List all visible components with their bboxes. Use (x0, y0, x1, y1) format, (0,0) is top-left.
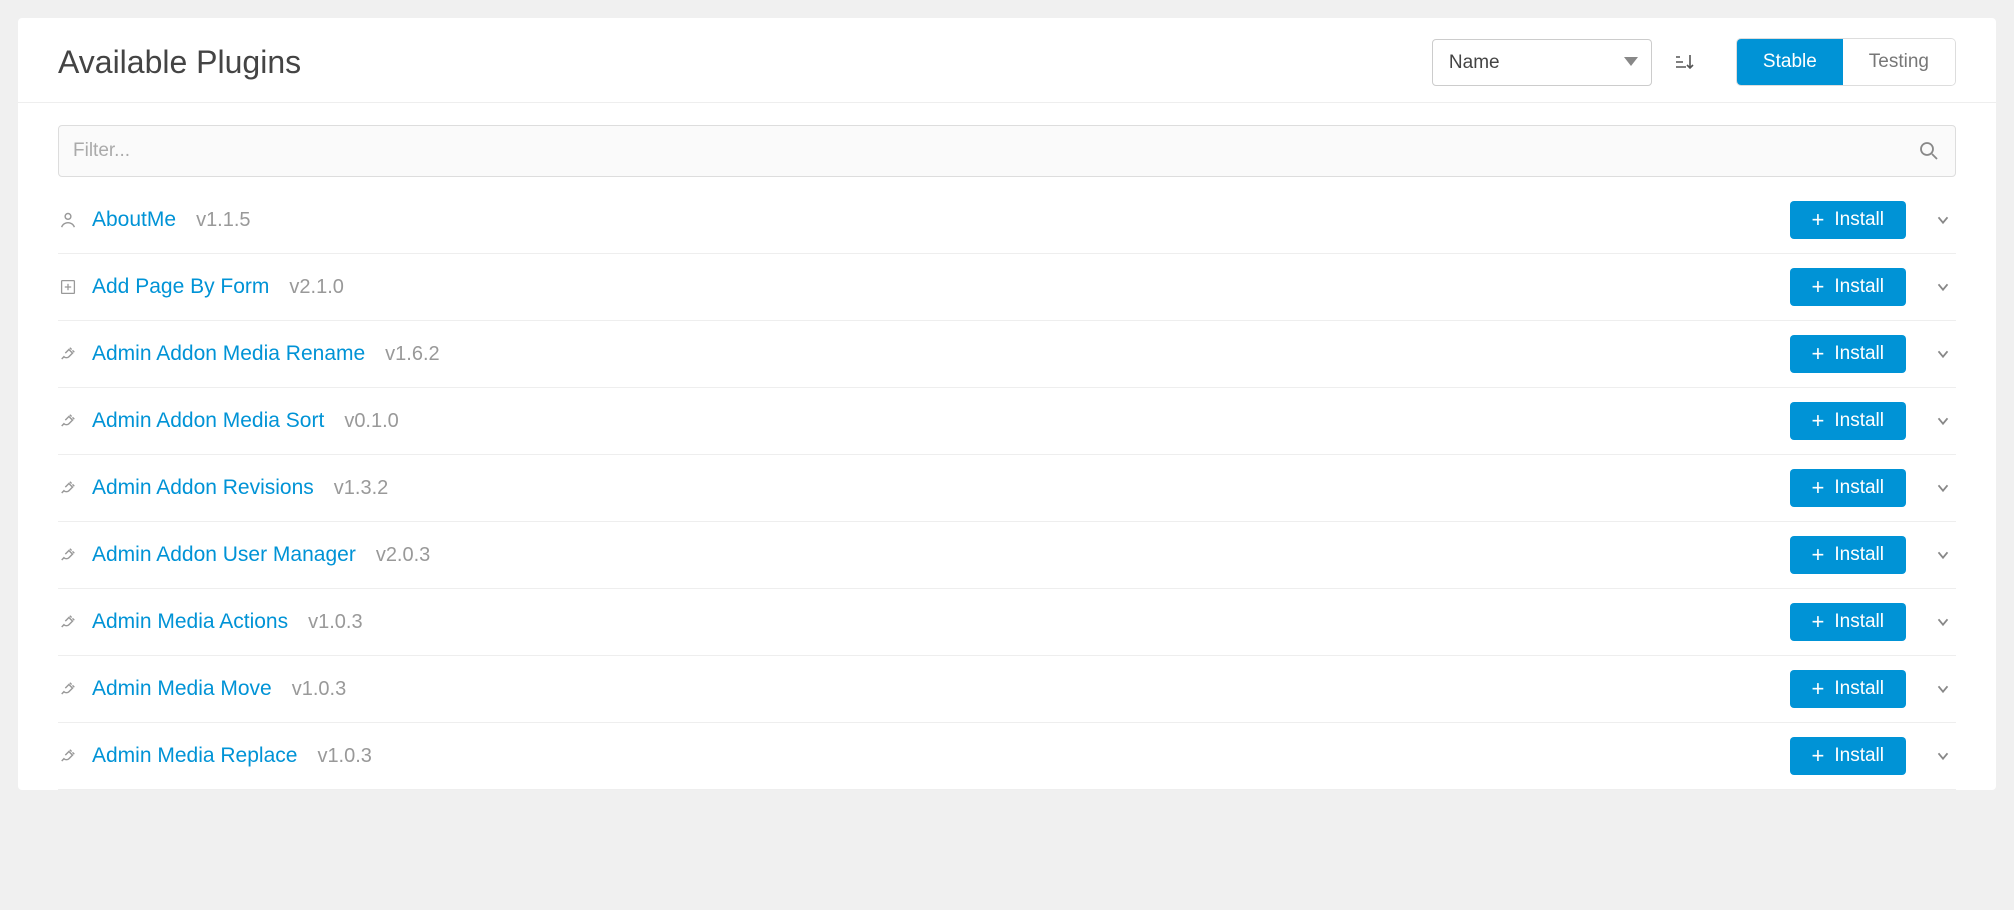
plugin-name-link[interactable]: Admin Media Replace (92, 744, 297, 768)
plugin-version: v1.0.3 (292, 678, 346, 701)
install-button-label: Install (1834, 276, 1884, 298)
plugin-row: Admin Media Move v1.0.3 + Install (58, 656, 1956, 723)
plus-icon: + (1812, 477, 1825, 499)
plugin-row: Admin Media Actions v1.0.3 + Install (58, 589, 1956, 656)
plugin-version: v1.0.3 (308, 611, 362, 634)
expand-row-button[interactable] (1934, 546, 1952, 564)
install-button-label: Install (1834, 678, 1884, 700)
plus-icon: + (1812, 276, 1825, 298)
plugin-name-link[interactable]: Add Page By Form (92, 275, 269, 299)
expand-row-button[interactable] (1934, 680, 1952, 698)
plus-icon: + (1812, 410, 1825, 432)
plug-icon (58, 679, 78, 699)
channel-stable-button[interactable]: Stable (1737, 39, 1843, 85)
plug-icon (58, 478, 78, 498)
install-button-label: Install (1834, 544, 1884, 566)
plugin-version: v2.0.3 (376, 544, 430, 567)
install-button[interactable]: + Install (1790, 268, 1907, 306)
panel-header: Available Plugins Name Stable (18, 18, 1996, 103)
install-button-label: Install (1834, 611, 1884, 633)
plug-icon (58, 612, 78, 632)
filter-field (58, 125, 1956, 177)
install-button-label: Install (1834, 343, 1884, 365)
channel-testing-button[interactable]: Testing (1843, 39, 1955, 85)
plugin-name-link[interactable]: Admin Media Move (92, 677, 272, 701)
filter-input[interactable] (59, 126, 1955, 176)
plugins-panel: Available Plugins Name Stable (18, 18, 1996, 790)
install-button[interactable]: + Install (1790, 201, 1907, 239)
plus-box-icon (58, 277, 78, 297)
plugin-version: v0.1.0 (344, 410, 398, 433)
expand-row-button[interactable] (1934, 278, 1952, 296)
plugin-version: v1.6.2 (385, 343, 439, 366)
expand-row-button[interactable] (1934, 747, 1952, 765)
plug-icon (58, 344, 78, 364)
expand-row-button[interactable] (1934, 211, 1952, 229)
plus-icon: + (1812, 209, 1825, 231)
plugin-name-link[interactable]: Admin Addon Media Sort (92, 409, 324, 433)
install-button[interactable]: + Install (1790, 402, 1907, 440)
plugin-row: Add Page By Form v2.1.0 + Install (58, 254, 1956, 321)
plugin-version: v1.3.2 (334, 477, 388, 500)
plug-icon (58, 746, 78, 766)
plugin-row: Admin Addon Media Sort v0.1.0 + Install (58, 388, 1956, 455)
plugin-name-link[interactable]: AboutMe (92, 208, 176, 232)
plus-icon: + (1812, 745, 1825, 767)
expand-row-button[interactable] (1934, 613, 1952, 631)
sort-select-wrap: Name (1432, 39, 1652, 86)
sort-asc-icon (1674, 52, 1694, 72)
plus-icon: + (1812, 611, 1825, 633)
sort-direction-button[interactable] (1668, 46, 1700, 78)
search-icon (1919, 141, 1939, 161)
plus-icon: + (1812, 343, 1825, 365)
plugin-list: AboutMe v1.1.5 + Install Add Page By Form v2.… (18, 187, 1996, 790)
install-button-label: Install (1834, 745, 1884, 767)
plugin-row: Admin Media Replace v1.0.3 + Install (58, 723, 1956, 790)
install-button[interactable]: + Install (1790, 335, 1907, 373)
plugin-row: AboutMe v1.1.5 + Install (58, 187, 1956, 254)
plugin-row: Admin Addon Revisions v1.3.2 + Install (58, 455, 1956, 522)
install-button-label: Install (1834, 410, 1884, 432)
plugin-version: v1.0.3 (317, 745, 371, 768)
release-channel-toggle: Stable Testing (1736, 38, 1956, 86)
plug-icon (58, 545, 78, 565)
plugin-name-link[interactable]: Admin Addon Revisions (92, 476, 314, 500)
plus-icon: + (1812, 544, 1825, 566)
plugin-name-link[interactable]: Admin Media Actions (92, 610, 288, 634)
plugin-row: Admin Addon Media Rename v1.6.2 + Install (58, 321, 1956, 388)
install-button-label: Install (1834, 477, 1884, 499)
expand-row-button[interactable] (1934, 412, 1952, 430)
install-button[interactable]: + Install (1790, 536, 1907, 574)
plugin-version: v2.1.0 (289, 276, 343, 299)
filter-row (18, 103, 1996, 187)
install-button[interactable]: + Install (1790, 670, 1907, 708)
page-title: Available Plugins (58, 44, 1432, 81)
expand-row-button[interactable] (1934, 479, 1952, 497)
install-button[interactable]: + Install (1790, 603, 1907, 641)
install-button[interactable]: + Install (1790, 469, 1907, 507)
install-button[interactable]: + Install (1790, 737, 1907, 775)
plugin-name-link[interactable]: Admin Addon User Manager (92, 543, 356, 567)
plus-icon: + (1812, 678, 1825, 700)
expand-row-button[interactable] (1934, 345, 1952, 363)
plugin-version: v1.1.5 (196, 209, 250, 232)
person-icon (58, 210, 78, 230)
install-button-label: Install (1834, 209, 1884, 231)
plug-icon (58, 411, 78, 431)
plugin-row: Admin Addon User Manager v2.0.3 + Install (58, 522, 1956, 589)
plugin-name-link[interactable]: Admin Addon Media Rename (92, 342, 365, 366)
sort-select[interactable]: Name (1432, 39, 1652, 86)
